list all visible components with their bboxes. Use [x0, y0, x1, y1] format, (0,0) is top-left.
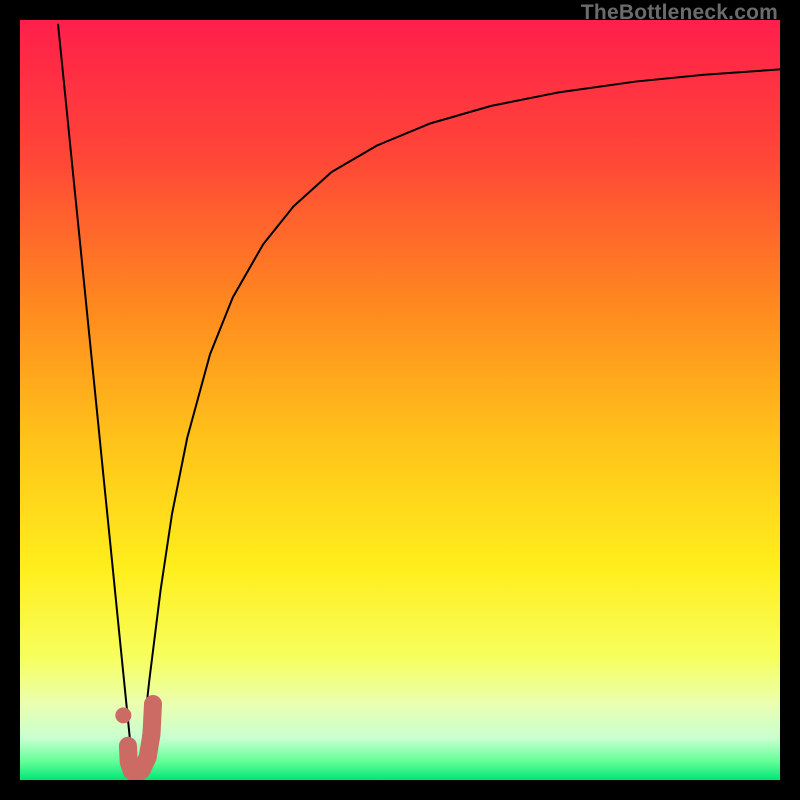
point-dot [115, 707, 131, 723]
chart-plot-area [20, 20, 780, 780]
watermark-text: TheBottleneck.com [581, 1, 778, 25]
chart-svg [20, 20, 780, 780]
points-layer [115, 707, 131, 723]
background-gradient [20, 20, 780, 780]
chart-frame: TheBottleneck.com [0, 0, 800, 800]
